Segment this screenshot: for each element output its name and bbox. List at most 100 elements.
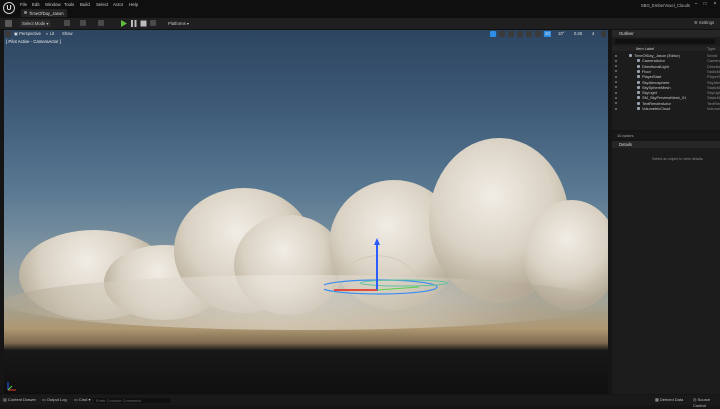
menu-tools[interactable]: Tools bbox=[64, 2, 74, 7]
output-log-button[interactable]: ▭ Output Log bbox=[42, 397, 67, 403]
maximize-viewport-icon[interactable] bbox=[601, 31, 606, 37]
minimize-icon[interactable]: – bbox=[692, 1, 700, 8]
visibility-eye-icon[interactable] bbox=[615, 86, 617, 89]
add-actor-icon[interactable] bbox=[64, 20, 70, 26]
close-icon[interactable]: × bbox=[711, 1, 719, 8]
outliner-item-label: DirectionalLight bbox=[642, 63, 669, 69]
content-drawer-button[interactable]: ▤ Content Drawer bbox=[3, 397, 36, 403]
camera-speed-value: 4 bbox=[592, 31, 595, 36]
visibility-eye-icon[interactable] bbox=[615, 70, 617, 73]
cmd-button[interactable]: ▭ Cmd ▾ bbox=[74, 397, 90, 403]
select-mode-label: Select Mode bbox=[22, 21, 46, 26]
viewport-menu-icon[interactable] bbox=[5, 31, 11, 37]
visibility-eye-icon[interactable] bbox=[615, 54, 617, 57]
outliner-item-type: DirectionalLight bbox=[707, 63, 720, 69]
outliner-row[interactable]: VolumetricCloud VolumetricCloud bbox=[612, 106, 720, 111]
actor-type-icon bbox=[637, 91, 640, 95]
outliner-row[interactable]: TimeOfDay_Jason (Editor) World bbox=[612, 53, 720, 58]
outliner-row[interactable]: SkySphereMesh StaticMeshActor bbox=[612, 85, 720, 90]
platforms-label: Platforms bbox=[168, 21, 186, 26]
show-button[interactable]: Show bbox=[62, 31, 72, 37]
outliner-row[interactable]: TextRenderActor TextRenderActor bbox=[612, 101, 720, 106]
outliner-row[interactable]: PlayerStart PlayerStart bbox=[612, 74, 720, 79]
menu-select[interactable]: Select bbox=[96, 2, 108, 7]
outliner-item-type: StaticMeshActor bbox=[707, 68, 720, 74]
actors-count-bar: 10 actors bbox=[612, 132, 720, 139]
translate-tool-icon[interactable] bbox=[499, 31, 505, 37]
camera-speed-button[interactable]: 4 bbox=[592, 31, 594, 37]
project-tab[interactable]: TimeOfDay_Jason bbox=[21, 9, 67, 17]
details-tab[interactable]: Details bbox=[612, 141, 720, 148]
project-tab-label: TimeOfDay_Jason bbox=[29, 10, 64, 16]
outliner-item-label: SkyLight bbox=[642, 90, 657, 96]
outliner-row[interactable]: SkyLight SkyLight bbox=[612, 90, 720, 95]
column-item-label[interactable]: Item Label bbox=[636, 46, 654, 51]
world-space-icon[interactable] bbox=[526, 31, 532, 37]
source-control-button[interactable]: ◎ Source Control bbox=[693, 397, 720, 409]
play-icon[interactable] bbox=[120, 20, 127, 27]
menu-window[interactable]: Window bbox=[45, 2, 61, 7]
outliner-row[interactable]: CameraActor CameraActor bbox=[612, 58, 720, 63]
maximize-icon[interactable]: □ bbox=[701, 1, 709, 8]
outliner-item-label: Floor bbox=[642, 68, 651, 74]
outliner-item-label: CameraActor bbox=[642, 58, 665, 64]
stop-icon[interactable] bbox=[140, 20, 147, 27]
outliner-item-type: SkyAtmosphere bbox=[707, 79, 720, 85]
visibility-eye-icon[interactable] bbox=[615, 81, 617, 83]
title-bar: U File Edit Window Tools Build Select Ac… bbox=[0, 0, 720, 18]
menu-edit[interactable]: Edit bbox=[32, 2, 40, 7]
scale-tool-icon[interactable] bbox=[517, 31, 523, 37]
visibility-eye-icon[interactable] bbox=[615, 107, 617, 110]
actor-type-icon bbox=[637, 107, 640, 110]
app-name: SBG_EmberVoxel_Clouds bbox=[640, 3, 690, 8]
surface-snap-icon[interactable] bbox=[535, 31, 541, 37]
outliner-item-type: TextRenderActor bbox=[707, 100, 720, 106]
menu-actor[interactable]: Actor bbox=[113, 2, 123, 7]
select-tool-icon[interactable] bbox=[490, 31, 496, 37]
unreal-logo-icon[interactable]: U bbox=[3, 2, 15, 14]
visibility-eye-icon[interactable] bbox=[615, 91, 617, 94]
lit-button[interactable]: ◐ Lit bbox=[46, 31, 54, 37]
cinematics-icon[interactable] bbox=[98, 20, 104, 26]
menu-build[interactable]: Build bbox=[80, 2, 90, 7]
angle-snap-button[interactable]: 10° bbox=[558, 31, 564, 37]
derived-data-button[interactable]: ▦ Derived Data bbox=[655, 397, 683, 403]
menu-help[interactable]: Help bbox=[129, 2, 138, 7]
visibility-eye-icon[interactable] bbox=[615, 59, 617, 62]
outliner-tab[interactable]: Outliner bbox=[612, 30, 720, 37]
details-panel: Details bbox=[612, 141, 720, 394]
outliner-item-label: TextRenderActor bbox=[642, 100, 671, 106]
platforms-dropdown[interactable]: Platforms ▾ bbox=[168, 20, 189, 27]
rotate-tool-icon[interactable] bbox=[508, 31, 514, 37]
visibility-eye-icon[interactable] bbox=[615, 102, 617, 105]
outliner-row[interactable]: Floor StaticMeshActor bbox=[612, 69, 720, 74]
scale-snap-button[interactable]: 0.25 bbox=[574, 31, 582, 37]
settings-icon[interactable]: ⚙ Settings bbox=[694, 20, 714, 25]
details-empty-hint: Select an object to view details. bbox=[652, 157, 704, 161]
console-command-input[interactable]: Enter Console Command bbox=[94, 397, 170, 403]
outliner-row[interactable]: DirectionalLight DirectionalLight bbox=[612, 64, 720, 69]
outliner-row[interactable]: SM_SkyPreviewMesh_01 StaticMeshActor bbox=[612, 95, 720, 100]
visibility-eye-icon[interactable] bbox=[615, 75, 617, 78]
perspective-button[interactable]: ▣ Perspective bbox=[14, 31, 41, 37]
select-mode-dropdown[interactable]: Select Mode ▾ bbox=[20, 20, 51, 27]
outliner-search-input[interactable] bbox=[615, 39, 715, 44]
blueprint-icon[interactable] bbox=[80, 20, 86, 26]
outliner-item-label: TimeOfDay_Jason (Editor) bbox=[634, 53, 680, 58]
visibility-eye-icon[interactable] bbox=[615, 96, 617, 99]
actor-type-icon bbox=[629, 54, 632, 57]
save-icon[interactable] bbox=[5, 20, 12, 27]
level-viewport[interactable]: ▣ Perspective ◐ Lit Show 10 10° 0.25 4 [… bbox=[4, 30, 608, 394]
pause-icon[interactable] bbox=[130, 20, 137, 27]
transform-gizmo[interactable] bbox=[324, 235, 464, 305]
actor-type-icon bbox=[637, 101, 640, 105]
column-type[interactable]: Type bbox=[707, 46, 715, 51]
outliner-item-type: SkyLight bbox=[707, 90, 720, 96]
visibility-eye-icon[interactable] bbox=[615, 65, 617, 68]
actors-count: 10 actors bbox=[617, 133, 634, 138]
outliner-row[interactable]: SkyAtmosphere SkyAtmosphere bbox=[612, 80, 720, 85]
launch-options-icon[interactable] bbox=[150, 20, 156, 26]
derived-data-label: Derived Data bbox=[659, 397, 684, 402]
grid-snap-button[interactable]: 10 bbox=[544, 31, 551, 37]
menu-file[interactable]: File bbox=[20, 2, 27, 7]
